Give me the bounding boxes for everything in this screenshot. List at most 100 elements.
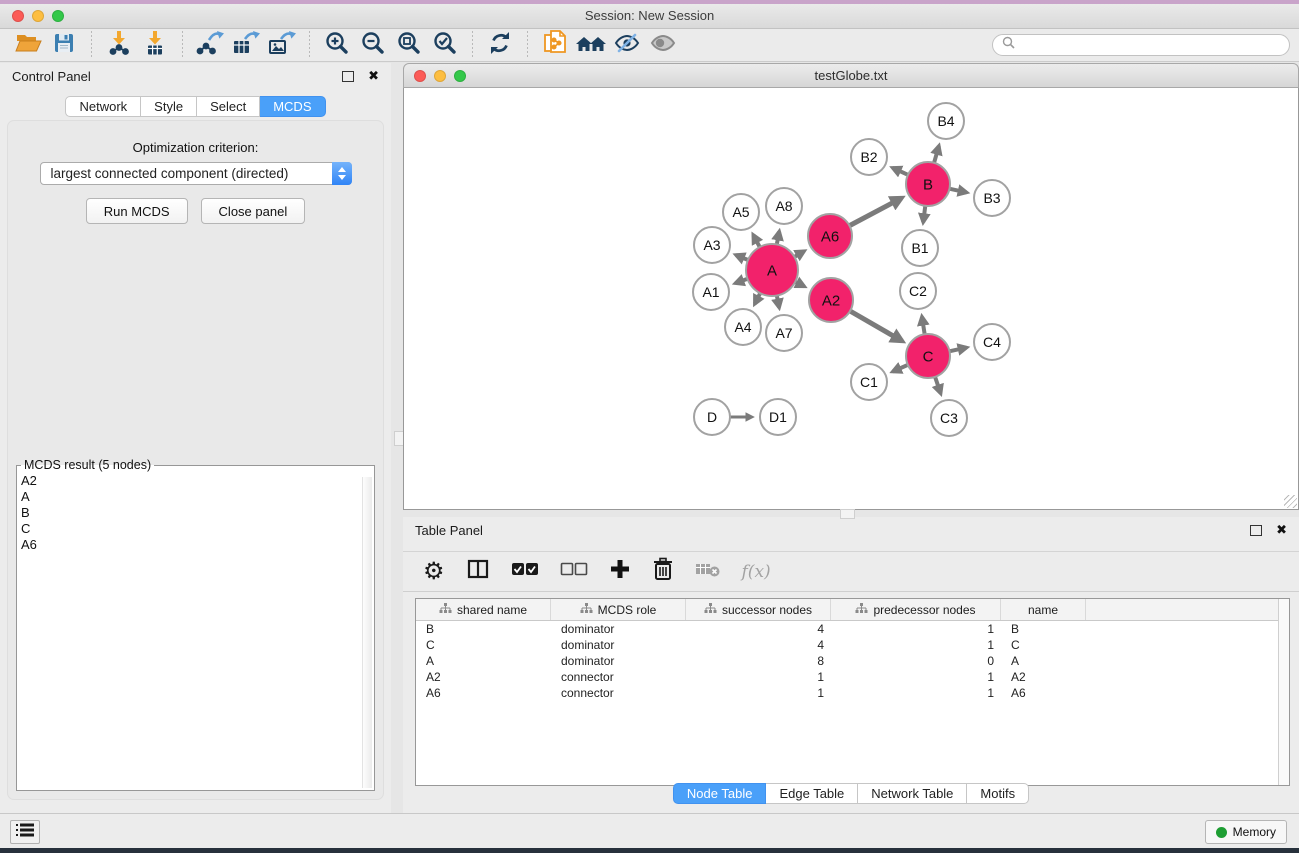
table-cell[interactable]: 1 [686,686,831,700]
eye-slash-button[interactable] [609,30,645,60]
tab-style[interactable]: Style [141,96,197,117]
export-table-button[interactable] [228,30,264,60]
close-panel-icon[interactable]: ✖ [368,70,379,83]
table-cell[interactable]: 1 [686,670,831,684]
export-image-button[interactable] [264,30,300,60]
graph-node-D1[interactable]: D1 [760,399,796,435]
table-cell[interactable]: A6 [416,686,551,700]
table-cell[interactable]: A [416,654,551,668]
table-row[interactable]: A6connector11A6 [416,685,1289,701]
close-panel-button[interactable]: Close panel [201,198,306,224]
graph-node-A5[interactable]: A5 [723,194,759,230]
tab-network[interactable]: Network [65,96,141,117]
table-cell[interactable]: 0 [831,654,1001,668]
import-table-button[interactable] [137,30,173,60]
mcds-list-scrollbar[interactable] [362,477,372,788]
column-header-predecessor-nodes[interactable]: predecessor nodes [831,599,1001,620]
graph-node-A6[interactable]: A6 [808,214,852,258]
graph-node-B3[interactable]: B3 [974,180,1010,216]
search-input[interactable] [1021,37,1280,53]
zoom-out-button[interactable] [355,30,391,60]
table-cell[interactable]: connector [551,670,686,684]
graph-node-B2[interactable]: B2 [851,139,887,175]
table-cell[interactable]: A [1001,654,1086,668]
table-row[interactable]: A2connector11A2 [416,669,1289,685]
tab-select[interactable]: Select [197,96,260,117]
graph-node-D[interactable]: D [694,399,730,435]
float-table-panel-icon[interactable] [1250,525,1262,536]
close-table-panel-icon[interactable]: ✖ [1276,524,1287,537]
graph-edge-A2-C[interactable] [848,310,902,341]
graph-node-A3[interactable]: A3 [694,227,730,263]
apply-layout-button[interactable] [482,30,518,60]
run-mcds-button[interactable]: Run MCDS [86,198,188,224]
mcds-result-item[interactable]: A6 [21,537,372,553]
horizontal-split-grip[interactable] [840,509,855,519]
column-header-name[interactable]: name [1001,599,1086,620]
table-cell[interactable]: 1 [831,638,1001,652]
graph-node-C2[interactable]: C2 [900,273,936,309]
zoom-in-button[interactable] [319,30,355,60]
graph-node-A7[interactable]: A7 [766,315,802,351]
memory-button[interactable]: Memory [1205,820,1287,844]
column-header-MCDS-role[interactable]: MCDS role [551,599,686,620]
save-session-button[interactable] [46,30,82,60]
eye-button[interactable] [645,30,681,60]
table-cell[interactable]: B [416,622,551,636]
mcds-result-item[interactable]: C [21,521,372,537]
table-cell[interactable]: dominator [551,654,686,668]
tab-mcds[interactable]: MCDS [260,96,325,117]
delete-column-button[interactable] [652,557,674,586]
table-cell[interactable]: dominator [551,638,686,652]
graph-node-A2[interactable]: A2 [809,278,853,322]
table-cell[interactable]: 1 [831,686,1001,700]
tab-node-table[interactable]: Node Table [673,783,767,804]
float-panel-icon[interactable] [342,71,354,82]
tab-motifs[interactable]: Motifs [967,783,1029,804]
table-cell[interactable]: C [1001,638,1086,652]
export-network-button[interactable] [192,30,228,60]
graph-node-A4[interactable]: A4 [725,309,761,345]
table-row[interactable]: Cdominator41C [416,637,1289,653]
graph-node-B1[interactable]: B1 [902,230,938,266]
tab-edge-table[interactable]: Edge Table [766,783,858,804]
task-history-button[interactable] [10,820,40,844]
table-cell[interactable]: C [416,638,551,652]
add-column-button[interactable] [609,558,631,585]
graph-node-A1[interactable]: A1 [693,274,729,310]
mcds-result-item[interactable]: B [21,505,372,521]
graph-node-C3[interactable]: C3 [931,400,967,436]
table-cell[interactable]: 1 [831,670,1001,684]
zoom-fit-button[interactable] [391,30,427,60]
criterion-dropdown[interactable]: largest connected component (directed) [40,162,352,185]
function-builder-button[interactable]: f(x) [742,562,771,582]
double-home-button[interactable] [573,30,609,60]
mcds-result-item[interactable]: A [21,489,372,505]
network-document-button[interactable] [537,30,573,60]
column-header-shared-name[interactable]: shared name [416,599,551,620]
graph-node-C[interactable]: C [906,334,950,378]
graph-node-B[interactable]: B [906,162,950,206]
select-all-checkbox-button[interactable] [511,559,539,584]
window-resize-grip[interactable] [1284,495,1297,508]
table-cell[interactable]: dominator [551,622,686,636]
table-cell[interactable]: 8 [686,654,831,668]
table-cell[interactable]: A2 [1001,670,1086,684]
table-cell[interactable]: connector [551,686,686,700]
graph-node-C4[interactable]: C4 [974,324,1010,360]
tab-network-table[interactable]: Network Table [858,783,967,804]
column-header-successor-nodes[interactable]: successor nodes [686,599,831,620]
table-row[interactable]: Adominator80A [416,653,1289,669]
network-graph[interactable]: AA6A2BCA1A3A4A5A7A8B1B2B3B4C1C2C3C4DD1 [404,88,1298,508]
settings-gear-button[interactable]: ⚙ [423,559,445,584]
delete-table-button[interactable] [695,559,721,584]
deselect-all-checkbox-button[interactable] [560,559,588,584]
import-network-button[interactable] [101,30,137,60]
graph-node-A[interactable]: A [746,244,798,296]
column-layout-button[interactable] [466,557,490,586]
table-row[interactable]: Bdominator41B [416,621,1289,637]
mcds-result-item[interactable]: A2 [21,473,372,489]
table-cell[interactable]: 4 [686,638,831,652]
zoom-selected-button[interactable] [427,30,463,60]
network-canvas[interactable]: AA6A2BCA1A3A4A5A7A8B1B2B3B4C1C2C3C4DD1 [403,88,1299,510]
